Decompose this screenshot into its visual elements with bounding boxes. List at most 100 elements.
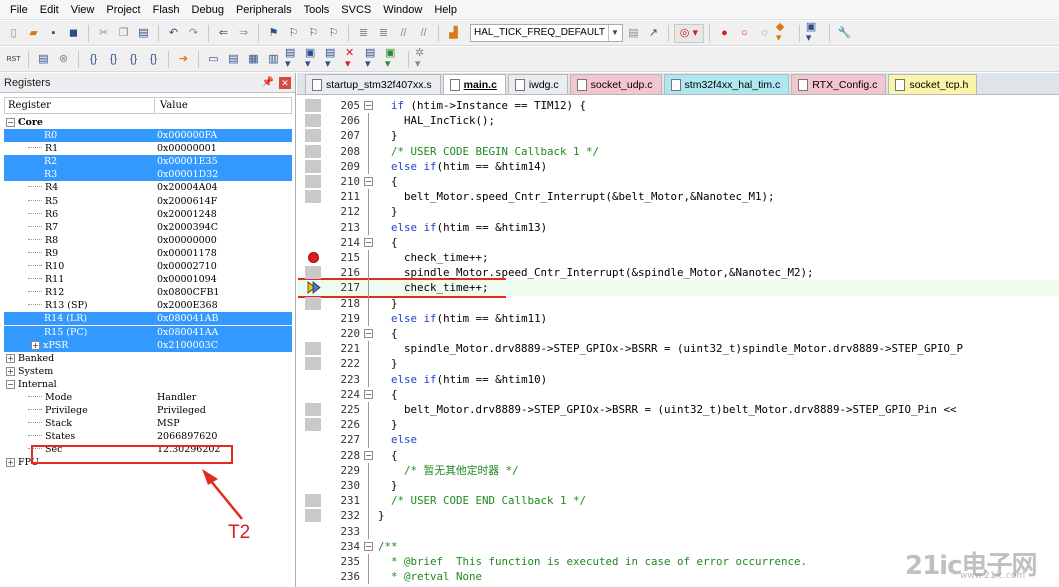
code-line[interactable]: 212 } — [297, 204, 1059, 220]
code-line[interactable]: 229 /* 暂无其他定时器 */ — [297, 462, 1059, 478]
code-line[interactable]: 213 else if(htim == &htim13) — [297, 219, 1059, 235]
enable-breakpoint-icon[interactable]: ○ — [735, 24, 754, 43]
code-line[interactable]: 224− { — [297, 387, 1059, 402]
insert-breakpoint-icon[interactable]: ● — [715, 24, 734, 43]
register-value[interactable]: 0x080041AA — [154, 325, 292, 339]
register-value[interactable]: 0x00000001 — [157, 142, 217, 155]
code-line[interactable]: 230 } — [297, 478, 1059, 494]
editor-tab[interactable]: main.c — [442, 74, 506, 94]
menu-file[interactable]: File — [4, 0, 34, 20]
code-line[interactable]: 220− { — [297, 326, 1059, 341]
indent-icon[interactable]: ≣ — [354, 24, 373, 43]
code-line[interactable]: 211 belt_Motor.speed_Cntr_Interrupt(&bel… — [297, 189, 1059, 205]
register-row[interactable]: R8 0x00000000 — [4, 234, 292, 247]
collapse-icon[interactable]: − — [6, 118, 15, 127]
close-icon[interactable]: ✕ — [279, 76, 291, 89]
register-value[interactable]: MSP — [157, 417, 180, 430]
register-value[interactable]: 0x00001094 — [157, 273, 217, 286]
editor-tab[interactable]: iwdg.c — [507, 74, 568, 94]
menu-view[interactable]: View — [65, 0, 101, 20]
paste-icon[interactable]: ▤ — [134, 24, 153, 43]
copy-icon[interactable]: ❐ — [114, 24, 133, 43]
save-icon[interactable]: ▪ — [44, 24, 63, 43]
step-over-icon[interactable]: {} — [104, 50, 123, 69]
breakpoint-icon[interactable] — [308, 252, 319, 263]
register-row[interactable]: States 2066897620 — [4, 430, 292, 443]
memory-window-icon[interactable]: ▤ ▾ — [324, 48, 343, 70]
expand-icon[interactable]: + — [6, 353, 15, 363]
show-next-statement-icon[interactable]: ➔ — [174, 50, 193, 69]
find-icon[interactable]: ▤ — [624, 24, 643, 43]
fold-collapse-icon[interactable]: − — [364, 329, 373, 338]
code-line[interactable]: 231 /* USER CODE END Callback 1 */ — [297, 493, 1059, 509]
watch-window-icon[interactable]: ▣ ▾ — [304, 48, 323, 70]
menu-project[interactable]: Project — [100, 0, 146, 20]
register-value[interactable]: 0x2000394C — [157, 221, 218, 234]
run-to-cursor-icon[interactable]: {} — [144, 50, 163, 69]
code-line[interactable]: 206 HAL_IncTick(); — [297, 113, 1059, 129]
register-row[interactable]: R0 0x000000FA — [4, 129, 292, 143]
register-row[interactable]: R14 (LR) 0x080041AB — [4, 312, 292, 326]
step-into-icon[interactable]: {} — [84, 50, 103, 69]
register-row[interactable]: − Internal — [4, 378, 292, 391]
fold-collapse-icon[interactable]: − — [364, 541, 373, 551]
register-row[interactable]: Mode Handler — [4, 391, 292, 404]
register-row[interactable]: R9 0x00001178 — [4, 247, 292, 260]
uncomment-icon[interactable]: // — [414, 24, 433, 43]
debug-session-icon[interactable]: ◎ ▾ — [673, 23, 704, 43]
trace-window-icon[interactable]: ▣ ▾ — [384, 48, 403, 70]
register-row[interactable]: R10 0x00002710 — [4, 260, 292, 273]
disable-all-breakpoints-icon[interactable]: ◌ — [755, 24, 774, 43]
find-in-files-icon[interactable]: ▟ — [444, 24, 463, 43]
code-line[interactable]: 217 check_time++; — [297, 280, 1059, 296]
code-line[interactable]: 232} — [297, 508, 1059, 524]
register-row[interactable]: R11 0x00001094 — [4, 273, 292, 286]
register-value[interactable]: 0x00001178 — [157, 247, 217, 260]
code-line[interactable]: 209 else if(htim == &htim14) — [297, 158, 1059, 174]
menu-edit[interactable]: Edit — [34, 0, 65, 20]
code-line[interactable]: 221 spindle_Motor.drv8889->STEP_GPIOx->B… — [297, 341, 1059, 357]
registers-window-icon[interactable]: ▥ — [264, 50, 283, 69]
clear-bookmarks-icon[interactable]: ⚐ — [324, 24, 343, 43]
fold-collapse-icon[interactable]: − — [364, 450, 373, 460]
register-value[interactable]: 0x00001D32 — [154, 168, 292, 182]
register-value[interactable]: 0x00001E35 — [154, 155, 292, 169]
register-row[interactable]: R5 0x2000614F — [4, 195, 292, 208]
code-line[interactable]: 207 } — [297, 128, 1059, 144]
register-value[interactable]: Handler — [157, 391, 196, 404]
code-line[interactable]: 215 check_time++; — [297, 250, 1059, 266]
expand-icon[interactable]: + — [31, 340, 40, 350]
configure-icon[interactable]: 🔧 — [835, 24, 854, 43]
code-line[interactable]: 225 belt_Motor.drv8889->STEP_GPIOx->BSRR… — [297, 402, 1059, 418]
code-line[interactable]: 210− { — [297, 174, 1059, 189]
code-line[interactable]: 223 else if(htim == &htim10) — [297, 371, 1059, 387]
code-line[interactable]: 208 /* USER CODE BEGIN Callback 1 */ — [297, 143, 1059, 159]
menu-window[interactable]: Window — [377, 0, 428, 20]
editor-tab[interactable]: startup_stm32f407xx.s — [305, 74, 441, 94]
window-layout-icon[interactable]: ▣ ▾ — [805, 22, 824, 44]
next-bookmark-icon[interactable]: ⚐ — [304, 24, 323, 43]
register-row[interactable]: R7 0x2000394C — [4, 221, 292, 234]
register-row[interactable]: R6 0x20001248 — [4, 208, 292, 221]
register-value[interactable]: 0x20004A04 — [157, 181, 218, 194]
find-select[interactable]: HAL_TICK_FREQ_DEFAULT ▼ — [470, 24, 623, 42]
register-row[interactable]: Stack MSP — [4, 417, 292, 430]
kill-breakpoints-icon[interactable]: ◆ ▾ — [775, 22, 794, 44]
register-value[interactable]: 0x2000E368 — [157, 299, 218, 312]
bookmark-icon[interactable]: ⚑ — [264, 24, 283, 43]
toolbox-icon[interactable]: ✲ ▾ — [414, 48, 433, 70]
register-row[interactable]: R4 0x20004A04 — [4, 181, 292, 194]
register-value[interactable]: 0x2100003C — [154, 338, 292, 352]
register-row[interactable]: R12 0x0800CFB1 — [4, 286, 292, 299]
symbols-window-icon[interactable]: ▦ — [244, 50, 263, 69]
prev-bookmark-icon[interactable]: ⚐ — [284, 24, 303, 43]
register-row[interactable]: Privilege Privileged — [4, 404, 292, 417]
stop-icon[interactable]: ⊗ — [54, 50, 73, 69]
redo-icon[interactable]: ↷ — [184, 24, 203, 43]
register-column-header[interactable]: Register — [5, 98, 155, 113]
navigate-forward-icon[interactable]: ⇒ — [234, 24, 253, 43]
code-line[interactable]: 218 } — [297, 295, 1059, 311]
code-line[interactable]: 214− { — [297, 235, 1059, 250]
register-value[interactable]: 0x2000614F — [157, 195, 217, 208]
editor-tab[interactable]: socket_udp.c — [569, 74, 662, 94]
